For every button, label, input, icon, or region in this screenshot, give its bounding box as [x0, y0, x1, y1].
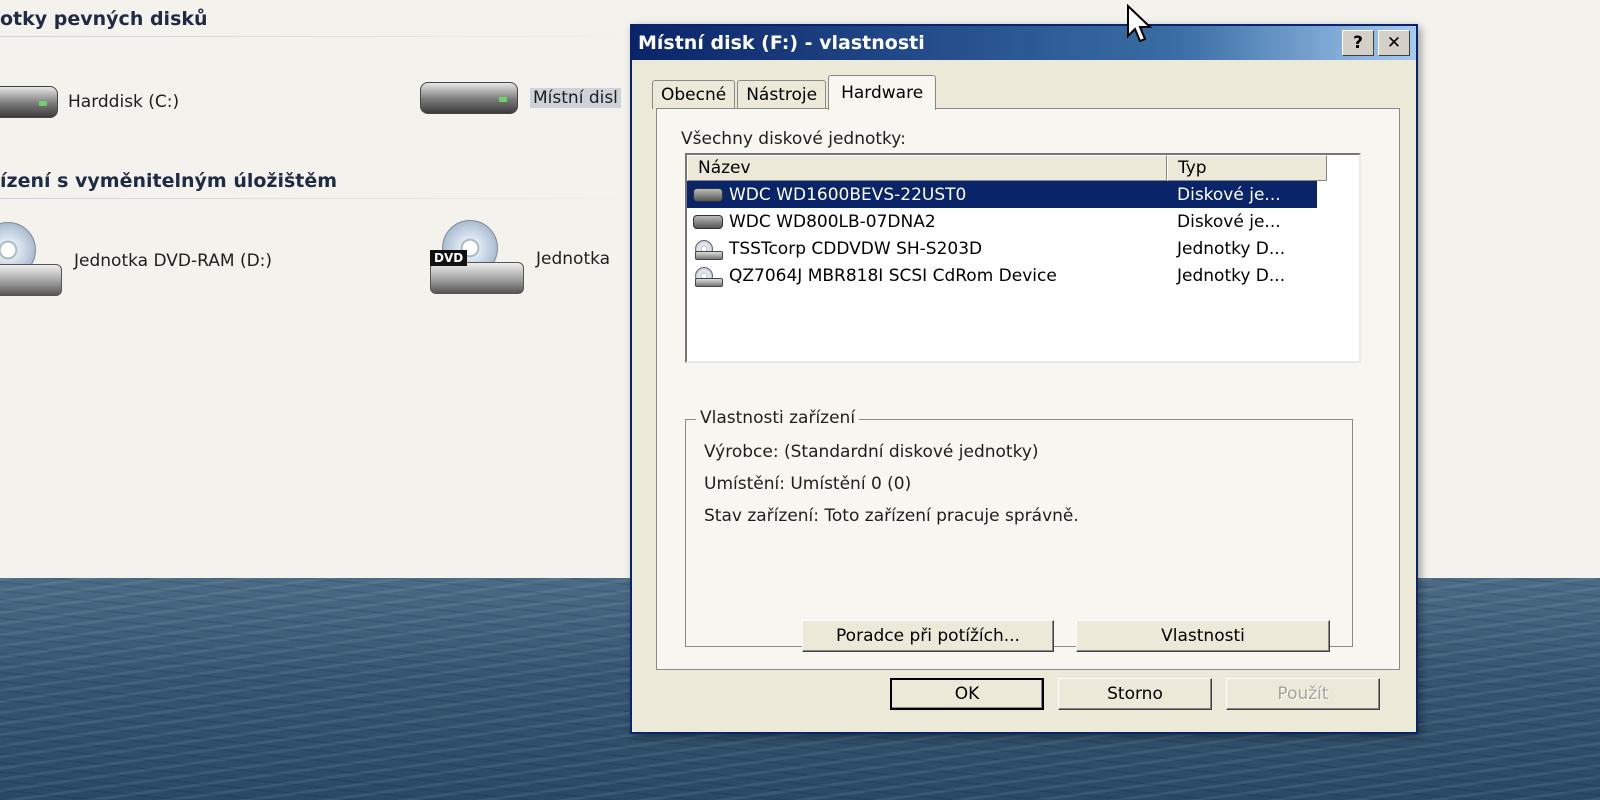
drive-item-d[interactable]: Jednotka DVD-RAM (D:) [0, 222, 272, 300]
device-name: QZ7064J MBR818I SCSI CdRom Device [729, 265, 1057, 286]
devices-list-caption: Všechny diskové jednotky: [681, 129, 906, 149]
device-row[interactable]: QZ7064J MBR818I SCSI CdRom Device Jednot… [687, 262, 1359, 289]
tab-general[interactable]: Obecné [652, 80, 736, 109]
dvd-drive-icon [0, 222, 64, 300]
device-name: WDC WD1600BEVS-22UST0 [729, 184, 967, 205]
dvd-badge: DVD [430, 250, 468, 266]
device-type: Jednotky D... [1177, 265, 1286, 286]
drive-label-d: Jednotka DVD-RAM (D:) [74, 251, 273, 271]
close-button[interactable]: ✕ [1378, 30, 1410, 56]
cd-drive-icon [693, 266, 723, 287]
dialog-title: Místní disk (F:) - vlastnosti [638, 32, 925, 54]
hard-disk-icon [420, 82, 518, 114]
device-row[interactable]: TSSTcorp CDDVDW SH-S203D Jednotky D... [687, 235, 1359, 262]
hard-disk-icon [0, 86, 58, 118]
mouse-cursor-icon [1127, 4, 1153, 43]
device-row[interactable]: WDC WD800LB-07DNA2 Diskové je... [687, 208, 1359, 235]
drive-label-c: Harddisk (C:) [68, 92, 180, 112]
drive-item-c[interactable]: Harddisk (C:) [0, 86, 179, 118]
help-button[interactable]: ? [1342, 30, 1374, 56]
manufacturer-text: Výrobce: (Standardní diskové jednotky) [704, 442, 1039, 462]
hardware-panel: Všechny diskové jednotky: Název Typ WDC … [656, 108, 1400, 670]
device-status-text: Stav zařízení: Toto zařízení pracuje spr… [704, 506, 1079, 526]
group-header-removable: ízení s vyměnitelným úložištěm [0, 170, 338, 192]
column-header-name[interactable]: Název [687, 155, 1167, 181]
tab-hardware[interactable]: Hardware [828, 75, 937, 110]
drive-label-dvd: Jednotka [536, 249, 611, 269]
cancel-button[interactable]: Storno [1058, 678, 1212, 710]
device-type: Jednotky D... [1177, 238, 1286, 259]
device-type: Diskové je... [1177, 211, 1281, 232]
troubleshoot-button[interactable]: Poradce při potížích... [802, 620, 1054, 652]
drive-item-dvd[interactable]: DVD Jednotka [426, 220, 610, 298]
location-text: Umístění: Umístění 0 (0) [704, 474, 912, 494]
group-header-hard-disks: otky pevných disků [0, 8, 208, 30]
apply-button[interactable]: Použít [1226, 678, 1380, 710]
cd-drive-icon [693, 239, 723, 260]
group-divider [0, 198, 628, 199]
device-name: WDC WD800LB-07DNA2 [729, 211, 936, 232]
device-properties-button[interactable]: Vlastnosti [1076, 620, 1330, 652]
device-row[interactable]: WDC WD1600BEVS-22UST0 Diskové je... [687, 181, 1359, 208]
listview-header: Název Typ [687, 155, 1359, 181]
tab-strip: Obecné Nástroje Hardware [652, 74, 938, 110]
group-divider [0, 36, 628, 37]
device-name: TSSTcorp CDDVDW SH-S203D [729, 238, 983, 259]
column-header-type[interactable]: Typ [1167, 155, 1327, 181]
properties-dialog: Místní disk (F:) - vlastnosti ? ✕ Obecné… [630, 24, 1418, 734]
ok-button[interactable]: OK [890, 678, 1044, 710]
tab-tools[interactable]: Nástroje [737, 80, 827, 109]
device-type: Diskové je... [1167, 181, 1317, 208]
device-properties-group: Vlastnosti zařízení Výrobce: (Standardní… [685, 408, 1353, 652]
drive-item-f[interactable]: Místní disl [420, 82, 621, 114]
hard-disk-icon [693, 214, 723, 229]
dialog-titlebar[interactable]: Místní disk (F:) - vlastnosti ? ✕ [632, 26, 1416, 60]
device-properties-legend: Vlastnosti zařízení [696, 408, 860, 428]
dvd-drive-icon: DVD [426, 220, 526, 298]
hard-disk-icon [693, 187, 723, 202]
drive-label-f: Místní disl [530, 88, 621, 108]
devices-listview[interactable]: Název Typ WDC WD1600BEVS-22UST0 Diskové … [685, 153, 1361, 363]
